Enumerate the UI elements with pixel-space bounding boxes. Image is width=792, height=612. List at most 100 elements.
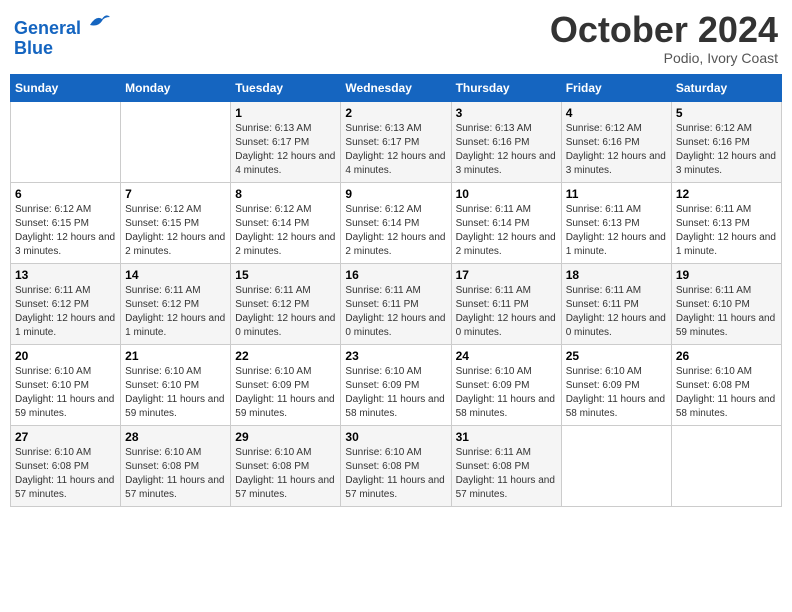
day-info: Sunrise: 6:13 AM Sunset: 6:16 PM Dayligh… <box>456 122 557 178</box>
calendar-cell: 21 Sunrise: 6:10 AM Sunset: 6:10 PM Dayli… <box>121 344 231 425</box>
day-info: Sunrise: 6:11 AM Sunset: 6:11 PM Dayligh… <box>566 284 667 340</box>
day-number: 31 <box>456 430 557 444</box>
day-info: Sunrise: 6:11 AM Sunset: 6:14 PM Dayligh… <box>456 203 557 259</box>
day-info: Sunrise: 6:10 AM Sunset: 6:08 PM Dayligh… <box>15 446 116 502</box>
logo-text-blue: Blue <box>14 39 112 59</box>
calendar-cell: 11 Sunrise: 6:11 AM Sunset: 6:13 PM Dayli… <box>561 182 671 263</box>
day-number: 27 <box>15 430 116 444</box>
day-number: 2 <box>345 106 446 120</box>
day-info: Sunrise: 6:10 AM Sunset: 6:08 PM Dayligh… <box>235 446 336 502</box>
calendar-cell: 22Sunrise: 6:10 AM Sunset: 6:09 PM Dayli… <box>231 344 341 425</box>
day-number: 23 <box>345 349 446 363</box>
week-row-1: 1 Sunrise: 6:13 AM Sunset: 6:17 PM Daylig… <box>11 101 782 182</box>
day-info: Sunrise: 6:11 AM Sunset: 6:10 PM Dayligh… <box>676 284 777 340</box>
day-number: 13 <box>15 268 116 282</box>
day-info: Sunrise: 6:11 AM Sunset: 6:08 PM Dayligh… <box>456 446 557 502</box>
calendar-cell: 30Sunrise: 6:10 AM Sunset: 6:08 PM Dayli… <box>341 425 451 506</box>
column-header-sunday: Sunday <box>11 74 121 101</box>
calendar-cell: 3Sunrise: 6:13 AM Sunset: 6:16 PM Daylig… <box>451 101 561 182</box>
day-info: Sunrise: 6:10 AM Sunset: 6:10 PM Dayligh… <box>15 365 116 421</box>
day-info: Sunrise: 6:10 AM Sunset: 6:09 PM Dayligh… <box>345 365 446 421</box>
day-info: Sunrise: 6:12 AM Sunset: 6:16 PM Dayligh… <box>676 122 777 178</box>
calendar-cell: 19 Sunrise: 6:11 AM Sunset: 6:10 PM Dayli… <box>671 263 781 344</box>
calendar-cell <box>561 425 671 506</box>
day-info: Sunrise: 6:10 AM Sunset: 6:08 PM Dayligh… <box>345 446 446 502</box>
month-title: October 2024 <box>550 10 778 50</box>
calendar-cell: 14Sunrise: 6:11 AM Sunset: 6:12 PM Dayli… <box>121 263 231 344</box>
day-info: Sunrise: 6:10 AM Sunset: 6:09 PM Dayligh… <box>235 365 336 421</box>
day-info: Sunrise: 6:13 AM Sunset: 6:17 PM Dayligh… <box>345 122 446 178</box>
calendar-table: SundayMondayTuesdayWednesdayThursdayFrid… <box>10 74 782 507</box>
calendar-cell <box>121 101 231 182</box>
calendar-cell: 31 Sunrise: 6:11 AM Sunset: 6:08 PM Dayli… <box>451 425 561 506</box>
column-header-thursday: Thursday <box>451 74 561 101</box>
logo-bird-icon <box>88 10 112 34</box>
calendar-cell: 23 Sunrise: 6:10 AM Sunset: 6:09 PM Dayli… <box>341 344 451 425</box>
day-info: Sunrise: 6:10 AM Sunset: 6:09 PM Dayligh… <box>456 365 557 421</box>
day-number: 24 <box>456 349 557 363</box>
week-row-5: 27 Sunrise: 6:10 AM Sunset: 6:08 PM Dayli… <box>11 425 782 506</box>
day-info: Sunrise: 6:11 AM Sunset: 6:12 PM Dayligh… <box>15 284 116 340</box>
day-number: 12 <box>676 187 777 201</box>
calendar-cell: 29 Sunrise: 6:10 AM Sunset: 6:08 PM Dayli… <box>231 425 341 506</box>
calendar-cell <box>671 425 781 506</box>
day-number: 20 <box>15 349 116 363</box>
day-info: Sunrise: 6:10 AM Sunset: 6:10 PM Dayligh… <box>125 365 226 421</box>
calendar-cell: 8 Sunrise: 6:12 AM Sunset: 6:14 PM Daylig… <box>231 182 341 263</box>
day-info: Sunrise: 6:12 AM Sunset: 6:15 PM Dayligh… <box>15 203 116 259</box>
day-info: Sunrise: 6:11 AM Sunset: 6:11 PM Dayligh… <box>456 284 557 340</box>
calendar-cell: 27 Sunrise: 6:10 AM Sunset: 6:08 PM Dayli… <box>11 425 121 506</box>
day-number: 18 <box>566 268 667 282</box>
day-info: Sunrise: 6:10 AM Sunset: 6:08 PM Dayligh… <box>125 446 226 502</box>
calendar-cell: 15Sunrise: 6:11 AM Sunset: 6:12 PM Dayli… <box>231 263 341 344</box>
day-number: 26 <box>676 349 777 363</box>
page-header: General Blue October 2024 Podio, Ivory C… <box>10 10 782 66</box>
calendar-cell: 16Sunrise: 6:11 AM Sunset: 6:11 PM Dayli… <box>341 263 451 344</box>
logo-text: General <box>14 10 112 39</box>
logo: General Blue <box>14 10 112 59</box>
day-number: 11 <box>566 187 667 201</box>
column-header-friday: Friday <box>561 74 671 101</box>
calendar-cell: 12 Sunrise: 6:11 AM Sunset: 6:13 PM Dayli… <box>671 182 781 263</box>
day-number: 19 <box>676 268 777 282</box>
day-number: 10 <box>456 187 557 201</box>
day-number: 7 <box>125 187 226 201</box>
calendar-cell: 13 Sunrise: 6:11 AM Sunset: 6:12 PM Dayli… <box>11 263 121 344</box>
week-row-3: 13 Sunrise: 6:11 AM Sunset: 6:12 PM Dayli… <box>11 263 782 344</box>
calendar-cell <box>11 101 121 182</box>
calendar-cell: 1 Sunrise: 6:13 AM Sunset: 6:17 PM Daylig… <box>231 101 341 182</box>
day-info: Sunrise: 6:12 AM Sunset: 6:14 PM Dayligh… <box>235 203 336 259</box>
calendar-cell: 9Sunrise: 6:12 AM Sunset: 6:14 PM Daylig… <box>341 182 451 263</box>
day-number: 29 <box>235 430 336 444</box>
location: Podio, Ivory Coast <box>550 50 778 66</box>
day-number: 28 <box>125 430 226 444</box>
day-info: Sunrise: 6:13 AM Sunset: 6:17 PM Dayligh… <box>235 122 336 178</box>
day-number: 21 <box>125 349 226 363</box>
calendar-cell: 20 Sunrise: 6:10 AM Sunset: 6:10 PM Dayli… <box>11 344 121 425</box>
header-row: SundayMondayTuesdayWednesdayThursdayFrid… <box>11 74 782 101</box>
calendar-cell: 28 Sunrise: 6:10 AM Sunset: 6:08 PM Dayli… <box>121 425 231 506</box>
day-number: 1 <box>235 106 336 120</box>
day-info: Sunrise: 6:11 AM Sunset: 6:13 PM Dayligh… <box>676 203 777 259</box>
week-row-2: 6 Sunrise: 6:12 AM Sunset: 6:15 PM Daylig… <box>11 182 782 263</box>
column-header-monday: Monday <box>121 74 231 101</box>
column-header-tuesday: Tuesday <box>231 74 341 101</box>
calendar-cell: 26 Sunrise: 6:10 AM Sunset: 6:08 PM Dayli… <box>671 344 781 425</box>
day-info: Sunrise: 6:11 AM Sunset: 6:13 PM Dayligh… <box>566 203 667 259</box>
day-info: Sunrise: 6:10 AM Sunset: 6:08 PM Dayligh… <box>676 365 777 421</box>
column-header-wednesday: Wednesday <box>341 74 451 101</box>
title-area: October 2024 Podio, Ivory Coast <box>550 10 778 66</box>
calendar-cell: 6 Sunrise: 6:12 AM Sunset: 6:15 PM Daylig… <box>11 182 121 263</box>
calendar-cell: 4Sunrise: 6:12 AM Sunset: 6:16 PM Daylig… <box>561 101 671 182</box>
day-number: 17 <box>456 268 557 282</box>
day-number: 9 <box>345 187 446 201</box>
day-number: 5 <box>676 106 777 120</box>
day-info: Sunrise: 6:10 AM Sunset: 6:09 PM Dayligh… <box>566 365 667 421</box>
calendar-cell: 10 Sunrise: 6:11 AM Sunset: 6:14 PM Dayli… <box>451 182 561 263</box>
calendar-cell: 2 Sunrise: 6:13 AM Sunset: 6:17 PM Daylig… <box>341 101 451 182</box>
day-number: 8 <box>235 187 336 201</box>
day-number: 6 <box>15 187 116 201</box>
day-number: 25 <box>566 349 667 363</box>
calendar-cell: 7Sunrise: 6:12 AM Sunset: 6:15 PM Daylig… <box>121 182 231 263</box>
calendar-cell: 18 Sunrise: 6:11 AM Sunset: 6:11 PM Dayli… <box>561 263 671 344</box>
